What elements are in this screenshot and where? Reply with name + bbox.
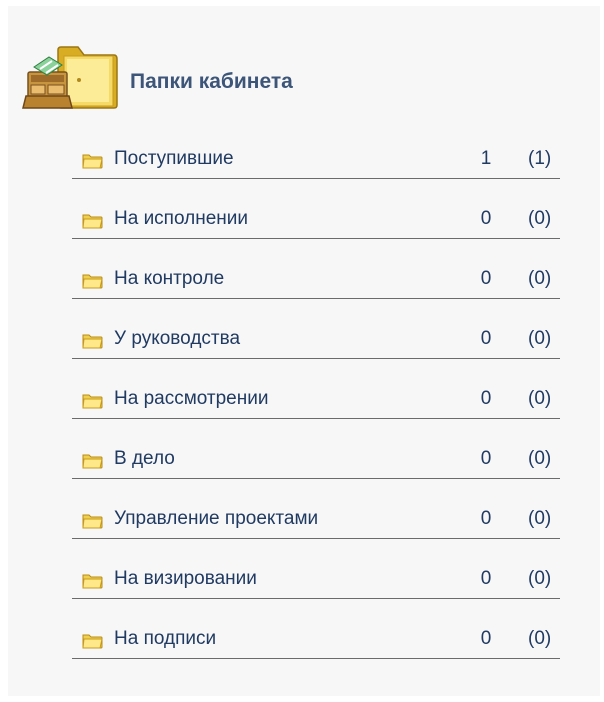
- folder-total: (0): [528, 268, 552, 289]
- folder-name: На исполнении: [114, 208, 248, 229]
- folder-count: 0: [480, 628, 492, 649]
- panel-title: Папки кабинета: [130, 70, 293, 93]
- folder-list-item: Управление проектами 0 (0): [72, 500, 562, 560]
- folder-list-item: На подписи 0 (0): [72, 620, 562, 680]
- folder-list-item: На рассмотрении 0 (0): [72, 380, 562, 440]
- folder-icon: [82, 454, 103, 469]
- folder-icon: [82, 214, 103, 229]
- folder-count: 0: [480, 388, 492, 409]
- folder-total: (0): [528, 448, 552, 469]
- cabinet-folders-panel: Папки кабинета Поступившие 1 (1) На испо…: [8, 6, 600, 696]
- folder-link-management[interactable]: У руководства 0 (0): [72, 320, 560, 359]
- folder-list-item: На визировании 0 (0): [72, 560, 562, 620]
- folder-name: Управление проектами: [114, 508, 319, 529]
- folder-total: (0): [528, 568, 552, 589]
- folder-count: 0: [480, 268, 492, 289]
- folder-icon: [82, 634, 103, 649]
- folder-count: 0: [480, 568, 492, 589]
- folder-total: (0): [528, 208, 552, 229]
- folder-count: 0: [480, 508, 492, 529]
- folder-link-projects[interactable]: Управление проектами 0 (0): [72, 500, 560, 539]
- folder-icon: [82, 274, 103, 289]
- folder-link-execution[interactable]: На исполнении 0 (0): [72, 200, 560, 239]
- folder-list-item: У руководства 0 (0): [72, 320, 562, 380]
- folder-total: (0): [528, 508, 552, 529]
- folder-count: 0: [480, 448, 492, 469]
- folder-list-item: Поступившие 1 (1): [72, 140, 562, 200]
- folder-link-incoming[interactable]: Поступившие 1 (1): [72, 140, 560, 179]
- folder-name: Поступившие: [114, 148, 234, 169]
- folder-icon: [82, 574, 103, 589]
- folder-list: Поступившие 1 (1) На исполнении 0 (0) На…: [72, 140, 562, 680]
- folder-link-review[interactable]: На рассмотрении 0 (0): [72, 380, 560, 419]
- folder-link-approval[interactable]: На визировании 0 (0): [72, 560, 560, 599]
- folder-name: На рассмотрении: [114, 388, 269, 409]
- panel-header: Папки кабинета: [20, 38, 580, 112]
- folder-link-archive[interactable]: В дело 0 (0): [72, 440, 560, 479]
- folder-list-item: В дело 0 (0): [72, 440, 562, 500]
- folder-count: 1: [480, 148, 492, 169]
- folder-total: (0): [528, 628, 552, 649]
- folder-list-item: На исполнении 0 (0): [72, 200, 562, 260]
- folder-link-signature[interactable]: На подписи 0 (0): [72, 620, 560, 659]
- folder-count: 0: [480, 328, 492, 349]
- folder-total: (0): [528, 388, 552, 409]
- folder-count: 0: [480, 208, 492, 229]
- cabinet-folder-icon: [22, 46, 118, 109]
- folder-total: (0): [528, 328, 552, 349]
- folder-list-item: На контроле 0 (0): [72, 260, 562, 320]
- folder-name: В дело: [114, 448, 175, 469]
- folder-name: У руководства: [114, 328, 241, 349]
- folder-name: На контроле: [114, 268, 225, 289]
- folder-icon: [82, 334, 103, 349]
- folder-icon: [82, 514, 103, 529]
- folder-icon: [82, 394, 103, 409]
- folder-name: На подписи: [114, 628, 217, 649]
- folder-total: (1): [528, 148, 552, 169]
- folder-name: На визировании: [114, 568, 257, 589]
- folder-icon: [82, 154, 103, 169]
- folder-link-control[interactable]: На контроле 0 (0): [72, 260, 560, 299]
